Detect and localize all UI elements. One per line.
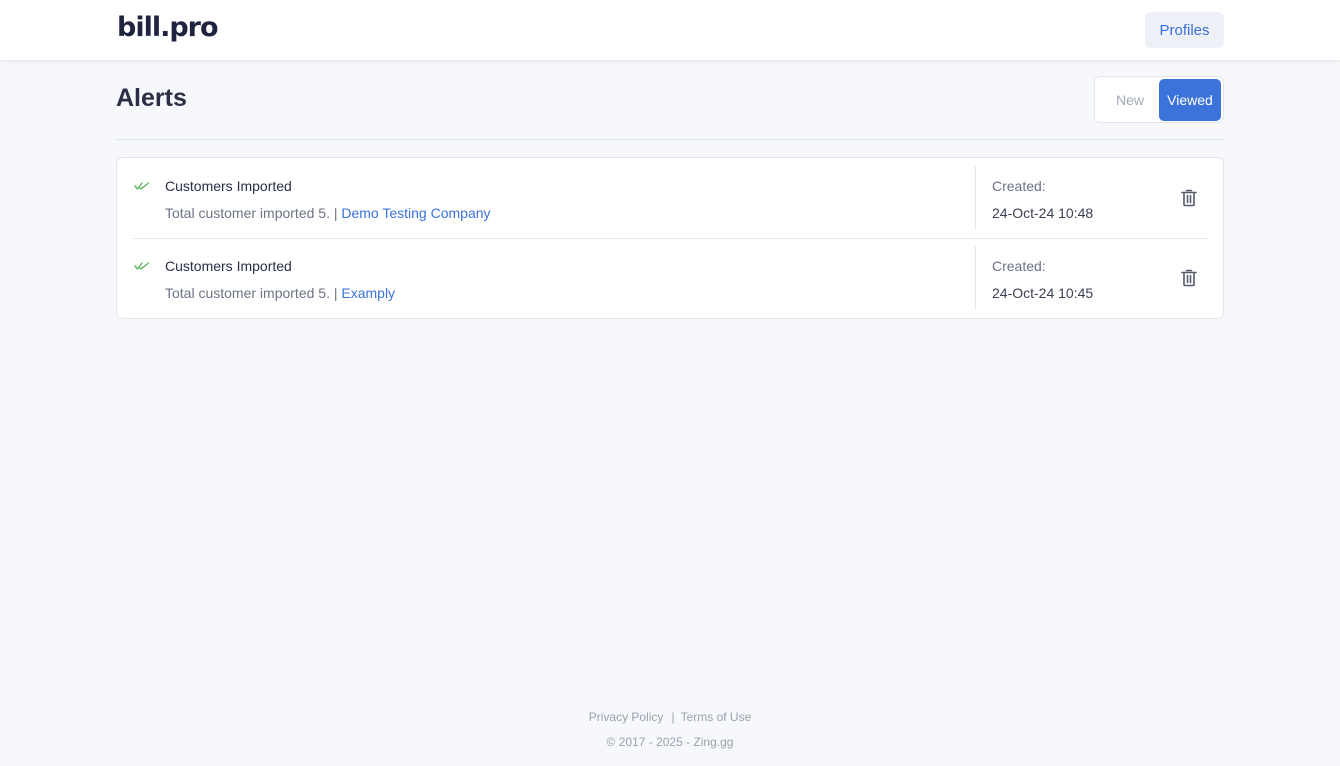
alert-company-link[interactable]: Examply [341,285,395,301]
trash-icon[interactable] [1179,268,1199,288]
terms-of-use-link[interactable]: Terms of Use [681,710,752,724]
alert-description: Total customer imported 5. | Demo Testin… [165,205,491,221]
filter-viewed-button[interactable]: Viewed [1159,79,1221,121]
trash-icon[interactable] [1179,188,1199,208]
created-date: 24-Oct-24 10:45 [992,285,1094,301]
copyright-text: © 2017 - 2025 - Zing.gg [606,735,734,749]
alert-company-link[interactable]: Demo Testing Company [341,205,490,221]
alert-row: Customers Imported Total customer import… [117,158,1223,238]
footer-separator: | [671,710,675,724]
alerts-list: Customers Imported Total customer import… [116,157,1224,319]
alert-row: Customers Imported Total customer import… [117,238,1223,318]
created-label: Created: [992,178,1046,194]
column-divider [975,246,976,310]
filter-new-button[interactable]: New [1101,79,1159,121]
privacy-policy-link[interactable]: Privacy Policy [589,710,664,724]
profiles-button[interactable]: Profiles [1145,12,1224,48]
alert-description-text: Total customer imported 5. | [165,285,342,301]
created-date: 24-Oct-24 10:48 [992,205,1094,221]
top-navbar: bill.pro Profiles [0,0,1340,60]
footer-links: Privacy Policy | Terms of Use [0,710,1340,724]
header-divider [116,139,1224,140]
brand-logo[interactable]: bill.pro [117,12,219,43]
alert-title: Customers Imported [165,258,292,274]
alert-description: Total customer imported 5. | Examply [165,285,395,301]
alerts-filter-toggle: New Viewed [1094,76,1224,123]
alert-title: Customers Imported [165,178,292,194]
column-divider [975,166,976,230]
alert-description-text: Total customer imported 5. | [165,205,342,221]
page-title: Alerts [116,84,187,112]
double-check-icon [134,182,150,190]
created-label: Created: [992,258,1046,274]
double-check-icon [134,262,150,270]
